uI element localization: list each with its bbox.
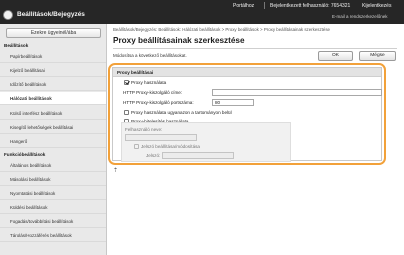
sidebar-section-functions: Funkcióbeállítások	[4, 152, 46, 157]
email-admin-link[interactable]: E-mail a rendszerkezelőnek	[332, 14, 388, 19]
sidebar-item-print[interactable]: Nyomtatási beállítások	[0, 187, 106, 200]
sidebar-item-store-access[interactable]: Tárolás/Hozzáférés beállítások	[0, 229, 106, 242]
sidebar-item-paper[interactable]: Papírbeállítások	[0, 50, 106, 63]
sidebar-item-display[interactable]: Kijelző beállításai	[0, 64, 106, 77]
sidebar-item-receive-forward[interactable]: Fogadás/továbbítási beállítások	[0, 215, 106, 228]
logout-link[interactable]: Kijelentkezés	[362, 3, 391, 9]
breadcrumb: Beállítások/Bejegyzés: Beállítások: Háló…	[113, 27, 330, 32]
sidebar-item-external-interface[interactable]: Külső interfész beállítások	[0, 107, 106, 120]
cancel-button[interactable]: Mégse	[359, 51, 396, 61]
page-title: Proxy beállításainak szerkesztése	[113, 36, 245, 45]
divider	[113, 48, 397, 49]
back-button[interactable]: Ezekre ügyeinél/ába	[6, 28, 101, 38]
highlight-frame	[108, 63, 386, 165]
ok-button[interactable]: OK	[318, 51, 353, 61]
info-text: Módosítsa a következő beállításokat.	[113, 53, 187, 58]
sidebar: Ezekre ügyeinél/ába Beállítások Papírbeá…	[0, 24, 107, 255]
sidebar-item-general[interactable]: Általános beállítások	[0, 159, 106, 172]
sidebar-item-network[interactable]: Hálózati beállítások	[0, 92, 106, 105]
sidebar-item-accessibility[interactable]: Kisegítő lehetőségek beállításai	[0, 121, 106, 134]
portal-link[interactable]: Portálhoz	[233, 3, 254, 9]
divider	[264, 2, 265, 9]
logged-in-user: Bejelentkezett felhasználó: 7654321	[270, 3, 351, 9]
sidebar-section-settings: Beállítások	[4, 43, 29, 48]
sidebar-item-volume[interactable]: Hangerő	[0, 135, 106, 148]
top-bar: Beállítások/Bejegyzés Portálhoz Bejelent…	[0, 0, 404, 24]
settings-logo-icon	[3, 10, 13, 20]
sidebar-item-timer[interactable]: Időzítő beállítások	[0, 78, 106, 91]
app-title: Beállítások/Bejegyzés	[17, 11, 85, 18]
sidebar-item-copy[interactable]: Másolási beállítások	[0, 173, 106, 186]
sidebar-item-send[interactable]: Küldési beállítások	[0, 201, 106, 214]
back-to-top-icon[interactable]: ⇡	[113, 168, 119, 174]
